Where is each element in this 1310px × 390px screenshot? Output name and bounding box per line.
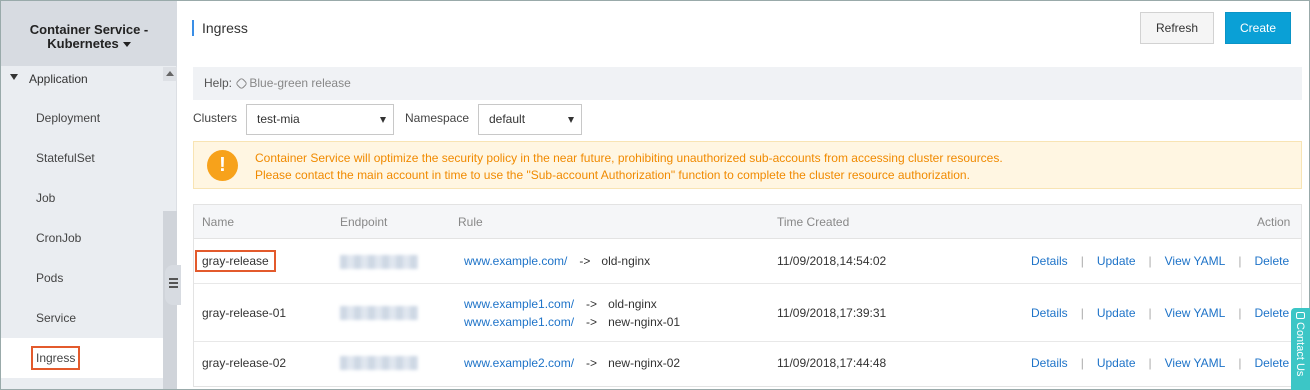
row-actions: Details | Update | View YAML | Delete: [1031, 254, 1290, 268]
refresh-button[interactable]: Refresh: [1140, 12, 1214, 44]
view-yaml-link[interactable]: View YAML: [1165, 306, 1226, 320]
rule-host-link[interactable]: www.example1.com/: [464, 315, 574, 329]
sidebar-item-label: Deployment: [36, 111, 101, 125]
rule-target: old-nginx: [608, 297, 657, 311]
rule-arrow: ->: [586, 297, 598, 311]
ingress-name: gray-release-01: [202, 306, 287, 320]
link-icon: [235, 77, 249, 90]
arrow-up-icon: [166, 71, 174, 76]
time-created: 11/09/2018,17:39:31: [777, 306, 887, 320]
delete-link[interactable]: Delete: [1254, 254, 1289, 268]
help-link-blue-green[interactable]: Blue-green release: [249, 76, 350, 90]
sidebar-group-application[interactable]: Application: [1, 67, 163, 91]
help-bar: Help: Blue-green release: [193, 67, 1302, 100]
sidebar-item-label: StatefulSet: [36, 151, 95, 165]
ingress-table: Name Endpoint Rule Time Created Action g…: [193, 204, 1302, 387]
rule-arrow: ->: [586, 356, 598, 370]
page-title: Ingress: [192, 20, 248, 36]
update-link[interactable]: Update: [1097, 356, 1136, 370]
column-header-action: Action: [1257, 215, 1291, 229]
details-link[interactable]: Details: [1031, 306, 1068, 320]
ingress-name: gray-release-02: [202, 356, 287, 370]
product-title-line1: Container Service -: [29, 22, 149, 37]
dropdown-arrow-icon: [380, 117, 386, 123]
sidebar-item-pods[interactable]: Pods: [1, 258, 163, 298]
rule-target: new-nginx-01: [608, 315, 681, 329]
details-link[interactable]: Details: [1031, 356, 1068, 370]
update-link[interactable]: Update: [1097, 306, 1136, 320]
namespace-select[interactable]: default: [478, 104, 582, 135]
delete-link[interactable]: Delete: [1254, 306, 1289, 320]
rule-host-link[interactable]: www.example1.com/: [464, 297, 574, 311]
rule-host-link[interactable]: www.example.com/: [464, 254, 567, 268]
clusters-select-value: test-mia: [257, 112, 300, 126]
contact-us-label: Contact Us: [1294, 322, 1306, 377]
sidebar-group-label: Application: [29, 72, 88, 86]
endpoint-redacted: [340, 255, 418, 269]
rule-arrow: ->: [586, 315, 598, 329]
notice-line-1: Container Service will optimize the secu…: [255, 151, 1003, 165]
namespace-select-value: default: [489, 112, 526, 126]
column-header-time-created: Time Created: [777, 215, 850, 229]
sidebar-item-label: CronJob: [36, 231, 82, 245]
ingress-name: gray-release: [195, 250, 276, 272]
menu-lines-icon: [169, 278, 178, 280]
table-row: gray-release www.example.com/ -> old-nginx…: [194, 239, 1301, 284]
contact-us-tab[interactable]: Contact Us: [1291, 308, 1310, 390]
row-actions: Details | Update | View YAML | Delete: [1031, 306, 1290, 320]
sidebar-item-ingress[interactable]: Ingress: [1, 338, 163, 378]
column-header-name: Name: [202, 215, 235, 229]
sidebar-item-label: Job: [36, 191, 56, 205]
column-header-rule: Rule: [458, 215, 483, 229]
product-title-line2: Kubernetes: [47, 36, 119, 51]
main-content: Ingress Refresh Create Help: Blue-green …: [178, 1, 1308, 389]
sidebar-item-label: Pods: [36, 271, 64, 285]
view-yaml-link[interactable]: View YAML: [1165, 356, 1226, 370]
delete-link[interactable]: Delete: [1254, 356, 1289, 370]
help-label: Help:: [204, 76, 233, 90]
dropdown-arrow-icon: [568, 117, 574, 123]
sidebar-items: Deployment StatefulSet Job CronJob Pods …: [1, 98, 163, 378]
time-created: 11/09/2018,17:44:48: [777, 356, 887, 370]
rule-target: new-nginx-02: [608, 356, 681, 370]
table-row: gray-release-01 www.example1.com/ -> old-n…: [194, 284, 1301, 342]
view-yaml-link[interactable]: View YAML: [1165, 254, 1226, 268]
details-link[interactable]: Details: [1031, 254, 1068, 268]
column-header-endpoint: Endpoint: [340, 215, 388, 229]
endpoint-redacted: [340, 356, 418, 370]
triangle-down-icon: [10, 74, 18, 80]
chat-icon: [1296, 312, 1305, 319]
sidebar-item-label: Service: [36, 311, 77, 325]
rule-arrow: ->: [579, 254, 591, 268]
endpoint-redacted: [340, 306, 418, 320]
sidebar-item-job[interactable]: Job: [1, 178, 163, 218]
sidebar-item-deployment[interactable]: Deployment: [1, 98, 163, 138]
sidebar-header[interactable]: Container Service - Kubernetes: [1, 1, 177, 66]
update-link[interactable]: Update: [1097, 254, 1136, 268]
rule-host-link[interactable]: www.example2.com/: [464, 356, 574, 370]
table-row: gray-release-02 www.example2.com/ -> new-n…: [194, 342, 1301, 386]
sidebar-item-label: Ingress: [31, 346, 81, 370]
namespace-label: Namespace: [405, 111, 470, 125]
caret-down-icon: [122, 42, 131, 48]
sidebar-item-service[interactable]: Service: [1, 298, 163, 338]
rule-target: old-nginx: [601, 254, 651, 268]
row-actions: Details | Update | View YAML | Delete: [1031, 356, 1290, 370]
sidebar-item-statefulset[interactable]: StatefulSet: [1, 138, 163, 178]
clusters-select[interactable]: test-mia: [246, 104, 394, 135]
clusters-label: Clusters: [193, 111, 238, 125]
scroll-up-button[interactable]: [163, 67, 177, 81]
sidebar-item-cronjob[interactable]: CronJob: [1, 218, 163, 258]
create-button[interactable]: Create: [1225, 12, 1291, 44]
sidebar: Container Service - Kubernetes Applicati…: [1, 1, 181, 389]
notice-line-2: Please contact the main account in time …: [255, 168, 970, 182]
time-created: 11/09/2018,14:54:02: [777, 254, 887, 268]
warning-icon: !: [207, 150, 238, 181]
security-notice: ! Container Service will optimize the se…: [193, 141, 1302, 189]
table-header: Name Endpoint Rule Time Created Action: [194, 205, 1301, 239]
